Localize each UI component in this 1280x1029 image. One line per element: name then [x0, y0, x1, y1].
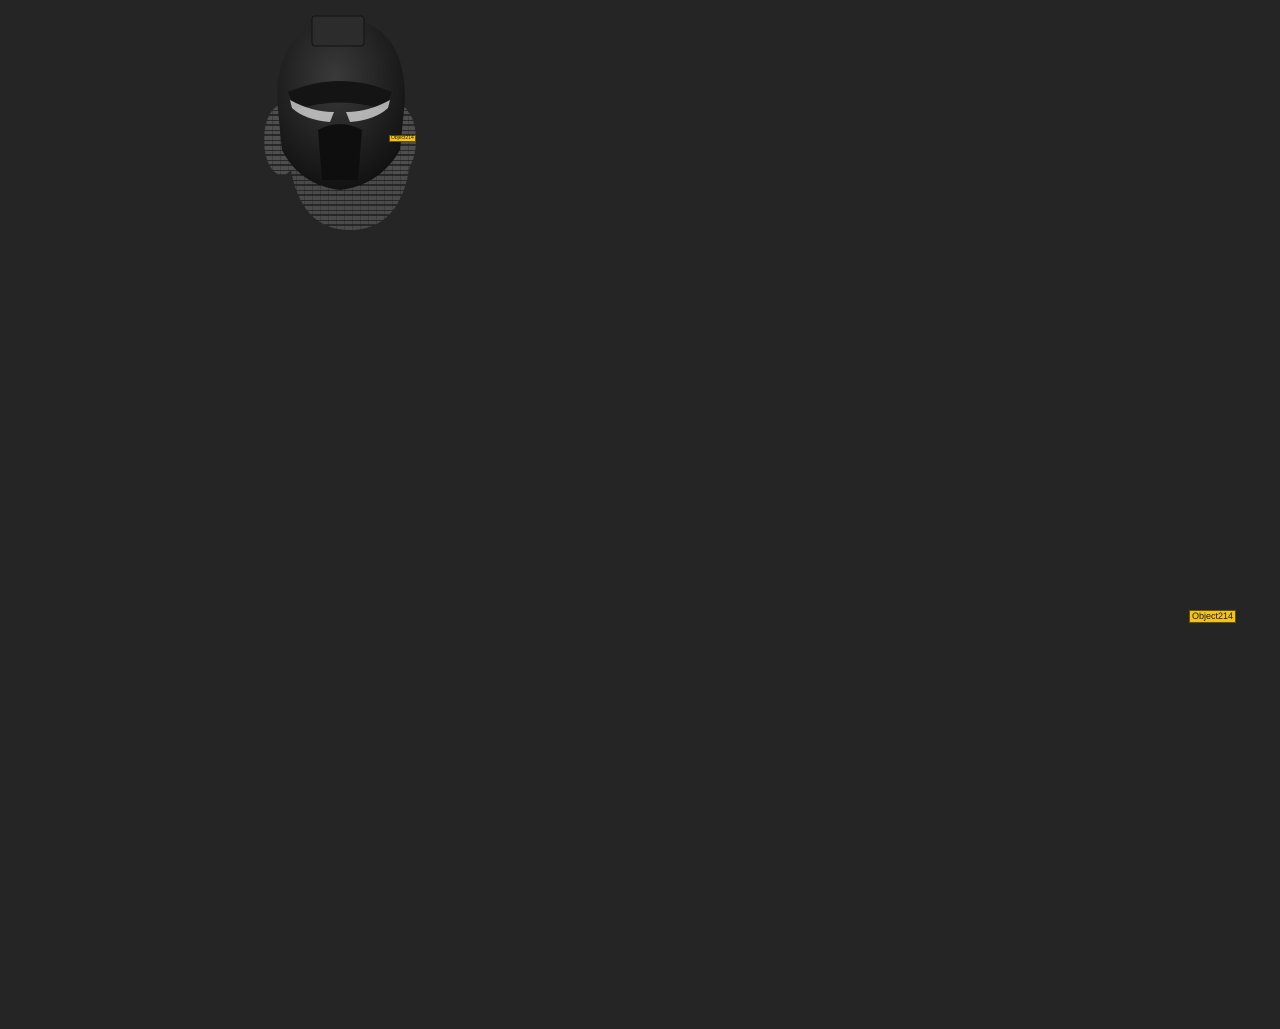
object-label-preview: Object214 [389, 135, 416, 142]
3d-viewport[interactable]: Object214 Object214 [0, 0, 1280, 1024]
object-label-side: Object214 [1189, 610, 1237, 623]
helmet-preview-front-shaded[interactable] [264, 15, 416, 230]
viewport-canvas[interactable] [0, 0, 1280, 1024]
